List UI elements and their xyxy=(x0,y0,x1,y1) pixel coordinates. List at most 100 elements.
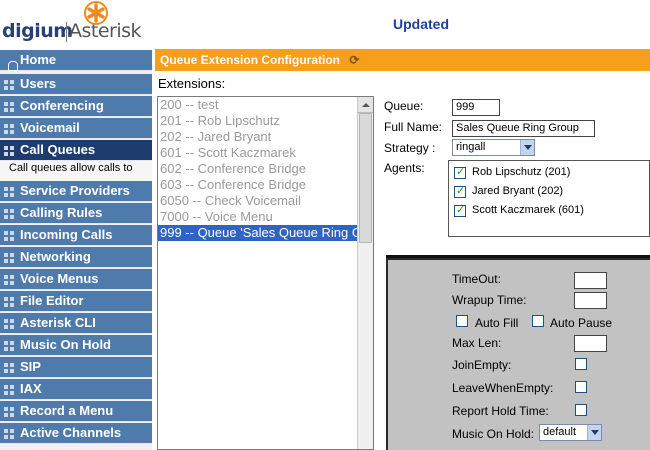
sidebar-item-label: Record a Menu xyxy=(20,403,114,418)
asterisk-star-icon xyxy=(84,1,108,25)
grid-icon xyxy=(4,385,14,395)
joinempty-label: JoinEmpty: xyxy=(452,358,512,372)
agent-checkbox[interactable] xyxy=(454,184,466,198)
grid-icon xyxy=(4,253,14,263)
scroll-thumb[interactable] xyxy=(359,113,372,243)
sidebar-item-label: Active Channels xyxy=(20,425,122,440)
sidebar-item-record-a-menu[interactable]: Record a Menu xyxy=(0,401,152,422)
sidebar-item-label: Voicemail xyxy=(20,120,80,135)
wrapup-input[interactable] xyxy=(574,292,607,309)
sidebar-item-users[interactable]: Users xyxy=(0,74,152,95)
strategy-label: Strategy : xyxy=(384,141,436,155)
sidebar-item-label: Calling Rules xyxy=(20,205,103,220)
queue-label: Queue: xyxy=(384,99,424,113)
sidebar-item-label: SIP xyxy=(20,359,41,374)
sidebar-item-call-queues[interactable]: Call Queues xyxy=(0,140,152,161)
home-icon xyxy=(4,56,18,71)
strategy-select[interactable]: ringall xyxy=(452,139,535,156)
list-item[interactable]: 200 -- test xyxy=(158,97,373,113)
queue-input[interactable]: 999 xyxy=(452,99,500,116)
auto-pause-checkbox[interactable] xyxy=(532,315,544,327)
sidebar-item-calling-rules[interactable]: Calling Rules xyxy=(0,203,152,224)
grid-icon xyxy=(4,407,14,417)
sidebar-item-label: Voice Menus xyxy=(20,271,99,286)
grid-icon xyxy=(4,297,14,307)
agents-label: Agents: xyxy=(384,161,425,175)
reportholdtime-label: Report Hold Time: xyxy=(452,404,549,418)
auto-fill-checkbox[interactable] xyxy=(456,315,468,327)
sidebar-item-sip[interactable]: SIP xyxy=(0,357,152,378)
list-item[interactable]: 201 -- Rob Lipschutz xyxy=(158,113,373,129)
agent-checkbox[interactable] xyxy=(454,165,466,179)
call-queues-description: Call queues allow calls to xyxy=(0,161,152,183)
sidebar-item-label: Conferencing xyxy=(20,98,104,113)
sidebar-item-networking[interactable]: Networking xyxy=(0,247,152,268)
auto-pause-label: Auto Pause xyxy=(550,316,613,330)
status-updated: Updated xyxy=(393,16,449,32)
list-item[interactable]: 602 -- Conference Bridge xyxy=(158,161,373,177)
grid-icon xyxy=(4,429,14,439)
grid-icon xyxy=(4,80,14,90)
wrapup-label: Wrapup Time: xyxy=(452,293,527,307)
timeout-input[interactable] xyxy=(574,272,607,289)
refresh-icon[interactable]: ⟳ xyxy=(349,49,359,71)
sidebar-item-music-on-hold[interactable]: Music On Hold xyxy=(0,335,152,356)
grid-icon xyxy=(4,102,14,112)
logo-separator xyxy=(66,22,67,42)
sidebar-item-label: Networking xyxy=(20,249,91,264)
joinempty-checkbox[interactable] xyxy=(575,358,587,370)
grid-icon xyxy=(4,146,14,156)
reportholdtime-checkbox[interactable] xyxy=(575,404,587,416)
sidebar-item-label: Music On Hold xyxy=(20,337,111,352)
leavewhenempty-checkbox[interactable] xyxy=(575,381,587,393)
logo-digium-text: digium xyxy=(2,20,73,42)
sidebar-item-asterisk-cli[interactable]: Asterisk CLI xyxy=(0,313,152,334)
sidebar-item-label: Users xyxy=(20,76,57,91)
list-item[interactable]: 7000 -- Voice Menu xyxy=(158,209,373,225)
musiconhold-value: default xyxy=(543,426,577,438)
scroll-up-arrow-icon[interactable] xyxy=(358,97,373,113)
grid-icon xyxy=(4,341,14,351)
extensions-scrollbar[interactable] xyxy=(357,97,373,449)
maxlen-label: Max Len: xyxy=(452,336,502,350)
list-item-selected[interactable]: 999 -- Queue 'Sales Queue Ring G xyxy=(158,225,373,241)
grid-icon xyxy=(4,124,14,134)
agent-label: Scott Kaczmarek (601) xyxy=(472,204,584,216)
sidebar-item-voicemail[interactable]: Voicemail xyxy=(0,118,152,139)
list-item[interactable]: 6050 -- Check Voicemail xyxy=(158,193,373,209)
agent-checkbox[interactable] xyxy=(454,203,466,217)
page-title-bar: Queue Extension Configuration ⟳ xyxy=(155,49,650,71)
fullname-input[interactable]: Sales Queue Ring Group xyxy=(452,120,595,137)
chevron-down-icon xyxy=(520,140,534,155)
list-item[interactable]: 603 -- Conference Bridge xyxy=(158,177,373,193)
chevron-down-icon xyxy=(587,425,601,440)
sidebar-item-label: Home xyxy=(20,52,57,67)
sidebar-item-conferencing[interactable]: Conferencing xyxy=(0,96,152,117)
grid-icon xyxy=(4,319,14,329)
strategy-value: ringall xyxy=(456,141,486,153)
sidebar-item-voice-menus[interactable]: Voice Menus xyxy=(0,269,152,290)
extensions-list[interactable]: 200 -- test 201 -- Rob Lipschutz 202 -- … xyxy=(157,96,374,450)
grid-icon xyxy=(4,209,14,219)
sidebar-item-file-editor[interactable]: File Editor xyxy=(0,291,152,312)
musiconhold-select[interactable]: default xyxy=(539,424,602,441)
agent-label: Jared Bryant (202) xyxy=(472,185,564,197)
auto-fill-label: Auto Fill xyxy=(475,316,519,330)
grid-icon xyxy=(4,231,14,241)
queue-options-panel: TimeOut: Wrapup Time: Auto Fill Auto Pau… xyxy=(386,258,650,450)
list-item[interactable]: 202 -- Jared Bryant xyxy=(158,129,373,145)
sidebar-item-label: Service Providers xyxy=(20,183,130,198)
agents-list: Rob Lipschutz (201) Jared Bryant (202) S… xyxy=(448,160,650,237)
leavewhenempty-label: LeaveWhenEmpty: xyxy=(452,381,554,395)
grid-icon xyxy=(4,187,14,197)
sidebar-item-active-channels[interactable]: Active Channels xyxy=(0,423,152,444)
sidebar-item-iax[interactable]: IAX xyxy=(0,379,152,400)
header: digium Asterisk Updated xyxy=(0,0,650,48)
sidebar-item-service-providers[interactable]: Service Providers xyxy=(0,181,152,202)
sidebar-item-home[interactable]: Home xyxy=(0,50,152,71)
sidebar-item-label: File Editor xyxy=(20,293,84,308)
maxlen-input[interactable] xyxy=(574,335,607,352)
sidebar-item-label: Call Queues xyxy=(20,142,96,157)
list-item[interactable]: 601 -- Scott Kaczmarek xyxy=(158,145,373,161)
sidebar-item-incoming-calls[interactable]: Incoming Calls xyxy=(0,225,152,246)
